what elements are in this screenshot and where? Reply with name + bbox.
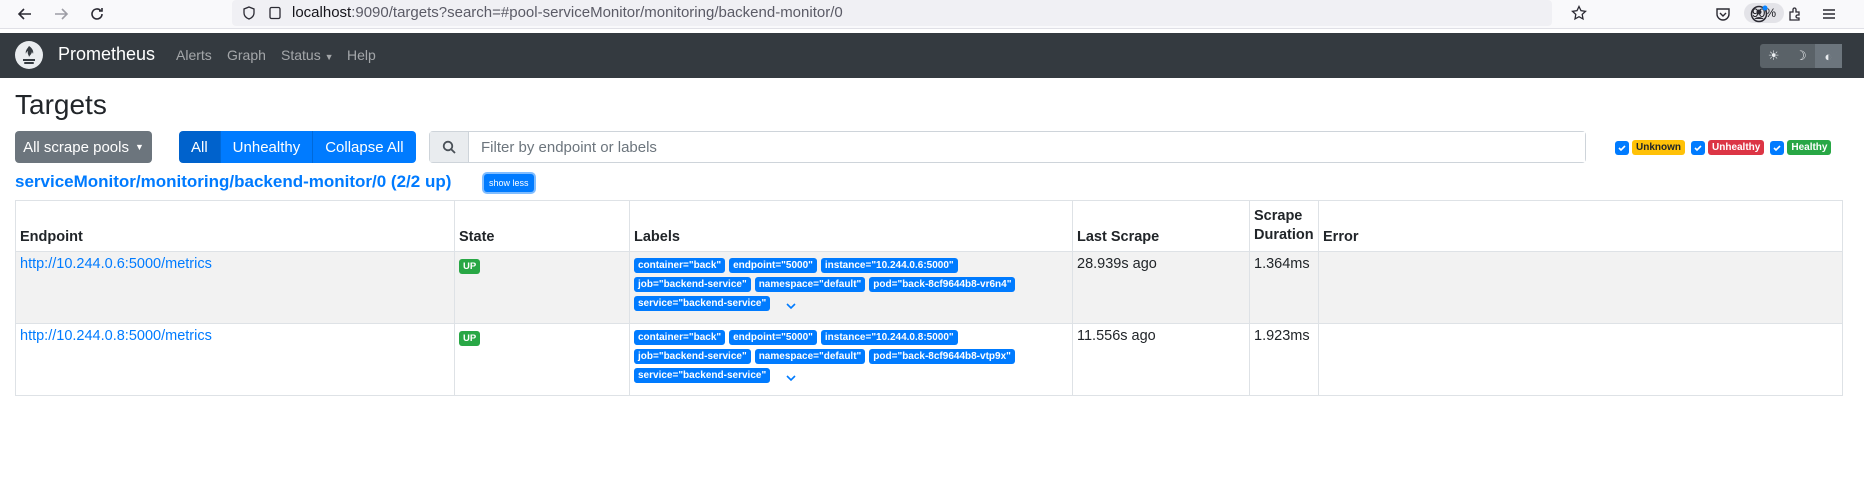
- filter-button-group: All Unhealthy Collapse All: [179, 131, 416, 163]
- endpoint-link[interactable]: http://10.244.0.6:5000/metrics: [20, 256, 212, 272]
- caret-down-icon: ▼: [324, 52, 334, 62]
- bookmark-star-icon[interactable]: [1568, 2, 1590, 24]
- labels-cell: container="back" endpoint="5000" instance=…: [629, 323, 1073, 396]
- unknown-checkbox[interactable]: [1615, 140, 1629, 155]
- label-badge: container="back": [634, 330, 726, 345]
- col-labels: Labels: [629, 200, 1073, 252]
- search-input[interactable]: [469, 132, 1585, 162]
- nav-alerts[interactable]: Alerts: [176, 47, 212, 63]
- unhealthy-badge: Unhealthy: [1708, 140, 1765, 155]
- duration-cell: 1.923ms: [1249, 323, 1319, 396]
- health-filter-group: Unknown Unhealthy Healthy: [1615, 140, 1834, 155]
- endpoint-cell: http://10.244.0.8:5000/metrics: [15, 323, 455, 396]
- endpoint-link[interactable]: http://10.244.0.8:5000/metrics: [20, 328, 212, 344]
- unhealthy-checkbox[interactable]: [1691, 140, 1705, 155]
- table-header-row: Endpoint State Labels Last Scrape Scrape…: [15, 200, 1843, 252]
- auto-theme-contrast-icon[interactable]: ◐: [1814, 44, 1842, 68]
- healthy-checkbox[interactable]: [1770, 140, 1785, 155]
- col-endpoint: Endpoint: [15, 200, 455, 252]
- dark-theme-moon-icon[interactable]: ☽: [1787, 44, 1814, 68]
- label-badge: job="backend-service": [634, 349, 751, 364]
- label-badge: service="backend-service": [634, 368, 771, 383]
- state-badge: UP: [459, 259, 481, 274]
- col-state: State: [454, 200, 630, 252]
- nav-graph[interactable]: Graph: [227, 47, 266, 63]
- url-text[interactable]: localhost:9090/targets?search=#pool-serv…: [292, 4, 843, 21]
- col-error: Error: [1318, 200, 1843, 252]
- label-badge: instance="10.244.0.8:5000": [820, 330, 958, 345]
- browser-toolbar: localhost:9090/targets?search=#pool-serv…: [0, 0, 1864, 29]
- label-badge: instance="10.244.0.6:5000": [820, 258, 958, 273]
- label-badge: pod="back-8cf9644b8-vr6n4": [869, 277, 1016, 292]
- brand-title[interactable]: Prometheus: [58, 44, 155, 65]
- label-badge: container="back": [634, 258, 726, 273]
- label-badge: job="backend-service": [634, 277, 751, 292]
- page-title: Targets: [15, 89, 107, 120]
- error-cell: [1318, 251, 1843, 324]
- label-badge: endpoint="5000": [729, 258, 817, 273]
- shield-icon[interactable]: [238, 2, 260, 24]
- state-badge: UP: [459, 331, 481, 346]
- state-cell: UP: [454, 323, 630, 396]
- show-less-button[interactable]: show less: [484, 174, 534, 192]
- last-scrape-cell: 28.939s ago: [1072, 251, 1250, 324]
- nav-status[interactable]: Status ▼: [281, 47, 334, 63]
- scrape-pools-dropdown[interactable]: All scrape pools ▼: [15, 131, 152, 163]
- filter-unhealthy-button[interactable]: Unhealthy: [220, 131, 314, 163]
- back-icon[interactable]: [14, 3, 36, 25]
- label-badge: pod="back-8cf9644b8-vtp9x": [869, 349, 1015, 364]
- last-scrape-cell: 11.556s ago: [1072, 323, 1250, 396]
- nav-help[interactable]: Help: [347, 47, 376, 63]
- reload-icon[interactable]: [86, 3, 108, 25]
- search-icon: [430, 132, 469, 162]
- duration-cell: 1.364ms: [1249, 251, 1319, 324]
- caret-down-icon: ▼: [134, 142, 144, 152]
- col-scrape-duration: Scrape Duration: [1249, 200, 1319, 252]
- light-theme-sun-icon[interactable]: ☀: [1760, 44, 1787, 68]
- account-icon[interactable]: [1748, 3, 1770, 25]
- filter-all-button[interactable]: All: [179, 131, 221, 163]
- page-icon[interactable]: [264, 2, 286, 24]
- label-badge: namespace="default": [754, 349, 866, 364]
- labels-cell: container="back" endpoint="5000" instance=…: [629, 251, 1073, 324]
- expand-labels-chevron-icon[interactable]: [784, 299, 798, 313]
- menu-icon[interactable]: [1818, 3, 1840, 25]
- address-bar[interactable]: localhost:9090/targets?search=#pool-serv…: [232, 0, 1785, 26]
- forward-icon[interactable]: [50, 3, 72, 25]
- label-badge: service="backend-service": [634, 296, 771, 311]
- search-group: [429, 131, 1586, 163]
- endpoint-cell: http://10.244.0.6:5000/metrics: [15, 251, 455, 324]
- extensions-icon[interactable]: [1784, 3, 1806, 25]
- healthy-badge: Healthy: [1787, 140, 1832, 155]
- col-last-scrape: Last Scrape: [1072, 200, 1250, 252]
- expand-labels-chevron-icon[interactable]: [784, 371, 798, 385]
- table-row: http://10.244.0.8:5000/metrics UP contai…: [15, 323, 1843, 396]
- pool-title-link[interactable]: serviceMonitor/monitoring/backend-monito…: [15, 172, 451, 192]
- label-badge: endpoint="5000": [729, 330, 817, 345]
- error-cell: [1318, 323, 1843, 396]
- pocket-icon[interactable]: [1712, 3, 1734, 25]
- prometheus-logo-icon[interactable]: [15, 41, 43, 69]
- collapse-all-button[interactable]: Collapse All: [313, 131, 416, 163]
- targets-table: Endpoint State Labels Last Scrape Scrape…: [15, 200, 1843, 396]
- theme-toggle-group: ☀ ☽ ◐: [1760, 44, 1842, 68]
- state-cell: UP: [454, 251, 630, 324]
- navbar: Prometheus Alerts Graph Status ▼ Help ☀ …: [0, 33, 1864, 78]
- table-row: http://10.244.0.6:5000/metrics UP contai…: [15, 251, 1843, 324]
- scrape-pools-label: All scrape pools: [23, 138, 129, 156]
- label-badge: namespace="default": [754, 277, 866, 292]
- unknown-badge: Unknown: [1632, 140, 1685, 155]
